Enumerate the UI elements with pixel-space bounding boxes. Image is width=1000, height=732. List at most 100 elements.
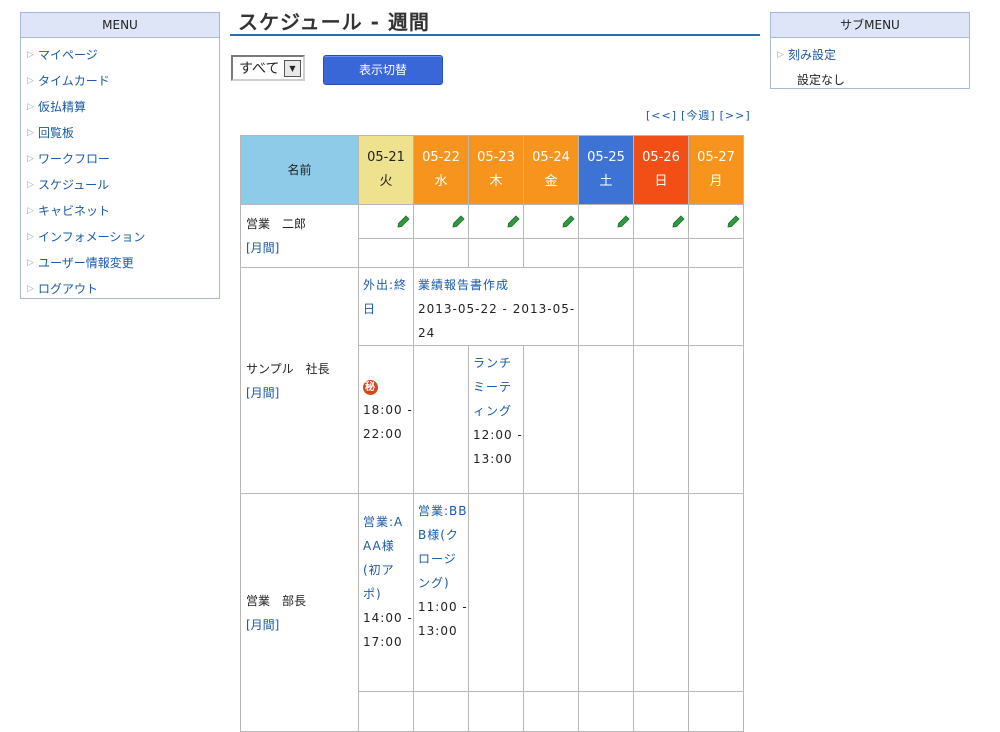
schedule-event-link[interactable]: 外出:終日 bbox=[363, 278, 407, 316]
day-cell bbox=[523, 493, 579, 692]
monthly-view-link[interactable]: [月間] bbox=[246, 241, 279, 255]
submenu-item-interval[interactable]: ▷ 刻み設定 bbox=[771, 42, 969, 68]
week-navigation: [<<] [今週] [>>] bbox=[646, 107, 755, 123]
this-week-link[interactable]: [今週] bbox=[681, 109, 716, 122]
schedule-event-link[interactable]: 業績報告書作成 bbox=[418, 278, 509, 292]
pencil-icon[interactable] bbox=[507, 215, 520, 228]
day-date: 05-21 bbox=[367, 150, 405, 165]
day-cell bbox=[468, 493, 524, 692]
menu-item-label[interactable]: インフォメーション bbox=[38, 224, 145, 250]
day-weekday: 木 bbox=[489, 174, 503, 189]
user-name: サンプル 社長 bbox=[246, 361, 330, 376]
menu-item-label[interactable]: スケジュール bbox=[38, 172, 109, 198]
pencil-icon[interactable] bbox=[672, 215, 685, 228]
day-header[interactable]: 05-23 木 bbox=[468, 135, 524, 205]
user-name: 営業 部長 bbox=[246, 593, 307, 608]
pencil-icon[interactable] bbox=[727, 215, 740, 228]
group-select[interactable]: すべて ▼ bbox=[231, 55, 305, 81]
triangle-right-icon: ▷ bbox=[27, 76, 34, 86]
day-cell: 業績報告書作成 2013-05-22 - 2013-05-24 bbox=[413, 267, 579, 346]
day-weekday: 火 bbox=[379, 174, 393, 189]
day-cell bbox=[523, 345, 579, 494]
day-cell bbox=[688, 691, 744, 732]
day-header[interactable]: 05-22 水 bbox=[413, 135, 469, 205]
schedule-event-link[interactable]: 営業:AAA様(初アポ) bbox=[363, 515, 403, 601]
menu-item-label[interactable]: 回覧板 bbox=[38, 120, 74, 146]
sub-menu: サブMENU ▷ 刻み設定 設定なし bbox=[770, 12, 970, 89]
day-date: 05-27 bbox=[697, 150, 735, 165]
pencil-icon[interactable] bbox=[452, 215, 465, 228]
menu-item-workflow[interactable]: ▷ ワークフロー bbox=[21, 146, 219, 172]
triangle-right-icon: ▷ bbox=[27, 50, 34, 60]
menu-item-circular[interactable]: ▷ 回覧板 bbox=[21, 120, 219, 146]
day-cell bbox=[578, 345, 634, 494]
user-name-cell: 営業 部長 [月間] bbox=[240, 493, 359, 732]
menu-item-mypage[interactable]: ▷ マイページ bbox=[21, 42, 219, 68]
menu-item-label[interactable]: 仮払精算 bbox=[38, 94, 86, 120]
switch-view-button[interactable]: 表示切替 bbox=[323, 55, 443, 85]
pencil-icon[interactable] bbox=[617, 215, 630, 228]
monthly-view-link[interactable]: [月間] bbox=[246, 386, 279, 400]
menu-item-logout[interactable]: ▷ ログアウト bbox=[21, 276, 219, 302]
menu-item-information[interactable]: ▷ インフォメーション bbox=[21, 224, 219, 250]
menu-item-label[interactable]: タイムカード bbox=[38, 68, 110, 94]
menu-item-label[interactable]: ワークフロー bbox=[38, 146, 110, 172]
triangle-right-icon: ▷ bbox=[27, 154, 34, 164]
menu-item-expense[interactable]: ▷ 仮払精算 bbox=[21, 94, 219, 120]
header-row: 名前 05-21 火 05-22 水 05-23 木 05-24 金 05-25 土 05… bbox=[240, 135, 744, 205]
menu-item-label[interactable]: キャビネット bbox=[38, 198, 110, 224]
triangle-right-icon: ▷ bbox=[27, 232, 34, 242]
group-select-value: すべて bbox=[239, 61, 280, 77]
prev-week-link[interactable]: [<<] bbox=[646, 109, 677, 122]
schedule-event-link[interactable]: 営業:BBB様(クロージング) bbox=[418, 504, 468, 590]
day-weekday: 水 bbox=[434, 174, 448, 189]
day-date: 05-24 bbox=[532, 150, 570, 165]
day-date: 05-23 bbox=[477, 150, 515, 165]
day-cell bbox=[413, 238, 469, 268]
day-header[interactable]: 05-26 日 bbox=[633, 135, 689, 205]
day-cell bbox=[523, 204, 579, 239]
submenu-item-label[interactable]: 刻み設定 bbox=[788, 42, 836, 68]
main-menu: MENU ▷ マイページ ▷ タイムカード ▷ 仮払精算 ▷ 回覧板 ▷ ワークフロー ▷… bbox=[20, 12, 220, 299]
submenu-note: 設定なし bbox=[797, 73, 846, 87]
day-header[interactable]: 05-27 月 bbox=[688, 135, 744, 205]
menu-item-cabinet[interactable]: ▷ キャビネット bbox=[21, 198, 219, 224]
day-cell bbox=[688, 267, 744, 346]
menu-item-label[interactable]: ログアウト bbox=[38, 276, 98, 302]
schedule-row: 営業 部長 [月間] 営業:AAA様(初アポ) 14:00 - 17:00 営業:… bbox=[240, 493, 744, 732]
menu-item-timecard[interactable]: ▷ タイムカード bbox=[21, 68, 219, 94]
triangle-right-icon: ▷ bbox=[777, 50, 784, 60]
next-week-link[interactable]: [>>] bbox=[720, 109, 751, 122]
day-header[interactable]: 05-24 金 bbox=[523, 135, 579, 205]
pencil-icon[interactable] bbox=[397, 215, 410, 228]
day-cell bbox=[633, 267, 689, 346]
event-time: 12:00 - 13:00 bbox=[473, 428, 523, 466]
event-time: 14:00 - 17:00 bbox=[363, 611, 413, 649]
day-cell bbox=[468, 691, 524, 732]
menu-item-label[interactable]: ユーザー情報変更 bbox=[38, 250, 134, 276]
triangle-right-icon: ▷ bbox=[27, 180, 34, 190]
day-weekday: 土 bbox=[599, 174, 613, 189]
day-cell bbox=[688, 204, 744, 239]
monthly-view-link[interactable]: [月間] bbox=[246, 618, 279, 632]
triangle-right-icon: ▷ bbox=[27, 258, 34, 268]
triangle-right-icon: ▷ bbox=[27, 206, 34, 216]
day-cell bbox=[688, 493, 744, 692]
day-header[interactable]: 05-25 土 bbox=[578, 135, 634, 205]
schedule-event-link[interactable]: ランチミーティング bbox=[473, 356, 512, 418]
day-cell bbox=[688, 238, 744, 268]
day-header[interactable]: 05-21 火 bbox=[358, 135, 414, 205]
chevron-down-icon[interactable]: ▼ bbox=[284, 59, 301, 77]
menu-item-schedule[interactable]: ▷ スケジュール bbox=[21, 172, 219, 198]
day-cell bbox=[578, 691, 634, 732]
title-divider bbox=[230, 34, 760, 36]
day-cell bbox=[523, 691, 579, 732]
schedule-row: サンプル 社長 [月間] 外出:終日 業績報告書作成 2013-05-22 - 2… bbox=[240, 267, 744, 494]
event-time: 18:00 - 22:00 bbox=[363, 403, 413, 441]
day-cell bbox=[578, 267, 634, 346]
day-cell bbox=[468, 204, 524, 239]
pencil-icon[interactable] bbox=[562, 215, 575, 228]
menu-item-label[interactable]: マイページ bbox=[38, 42, 98, 68]
menu-item-user-settings[interactable]: ▷ ユーザー情報変更 bbox=[21, 250, 219, 276]
day-cell bbox=[468, 238, 524, 268]
